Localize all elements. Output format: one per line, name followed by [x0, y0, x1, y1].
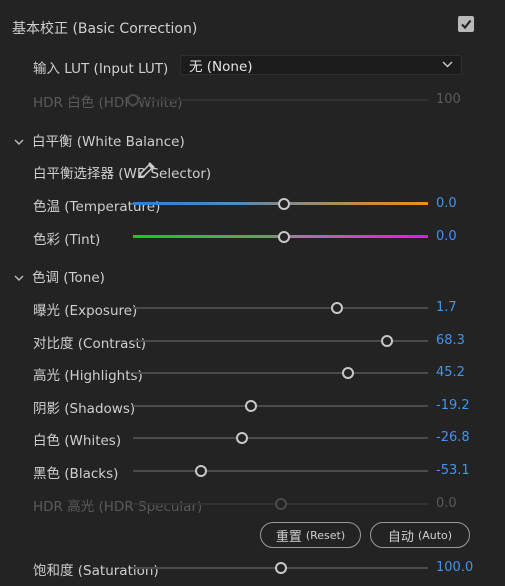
hdr-white-value: 100	[436, 92, 461, 107]
auto-button[interactable]: 自动 (Auto)	[370, 522, 470, 548]
panel-title: 基本校正 (Basic Correction)	[12, 21, 198, 37]
reset-button-sub: (Reset)	[305, 528, 346, 542]
input-lut-label: 输入 LUT (Input LUT)	[33, 61, 169, 77]
tint-knob[interactable]	[278, 231, 290, 243]
temperature-label: 色温 (Temperature)	[33, 199, 161, 215]
tone-slider-value[interactable]: -19.2	[436, 398, 470, 413]
auto-button-label: 自动	[387, 529, 414, 545]
tone-slider-value[interactable]: 1.7	[436, 300, 457, 315]
reset-button[interactable]: 重置 (Reset)	[260, 522, 361, 548]
tone-slider-value[interactable]: 68.3	[436, 333, 465, 348]
enable-checkbox[interactable]	[458, 16, 474, 32]
tone-slider-track[interactable]	[133, 307, 428, 309]
tone-slider-track[interactable]	[133, 405, 428, 407]
tone-slider-knob[interactable]	[342, 367, 354, 379]
tint-value[interactable]: 0.0	[436, 229, 457, 244]
hdr-white-knob	[127, 94, 139, 106]
tone-slider-value[interactable]: -53.1	[436, 463, 470, 478]
saturation-value[interactable]: 100.0	[436, 560, 473, 575]
tone-slider-value[interactable]: 45.2	[436, 365, 465, 380]
white-balance-label: 白平衡 (White Balance)	[32, 134, 185, 150]
tone-slider-knob	[275, 498, 287, 510]
tone-slider-label: 高光 (Highlights)	[33, 368, 143, 384]
saturation-label: 饱和度 (Saturation)	[33, 563, 159, 579]
tone-slider-knob[interactable]	[331, 302, 343, 314]
tone-slider-label: 黑色 (Blacks)	[33, 466, 119, 482]
input-lut-select[interactable]: 无 (None)	[180, 55, 462, 75]
chevron-down-icon	[442, 60, 453, 71]
tone-slider-knob[interactable]	[236, 432, 248, 444]
tone-slider-label: 阴影 (Shadows)	[33, 401, 136, 417]
tone-slider-knob[interactable]	[195, 465, 207, 477]
hdr-white-label: HDR 白色 (HDR White)	[33, 95, 183, 111]
saturation-knob[interactable]	[275, 562, 287, 574]
tone-slider-knob[interactable]	[381, 335, 393, 347]
checkmark-icon	[461, 19, 472, 30]
input-lut-value: 无 (None)	[189, 59, 253, 75]
tone-slider-track[interactable]	[133, 470, 428, 472]
white-balance-section[interactable]: 白平衡 (White Balance)	[14, 130, 185, 150]
tone-slider-value[interactable]: -26.8	[436, 430, 470, 445]
auto-button-sub: (Auto)	[417, 528, 453, 542]
tone-label: 色调 (Tone)	[32, 270, 105, 286]
hdr-white-track	[133, 99, 428, 101]
tone-slider-label: HDR 高光 (HDR Specular)	[33, 499, 203, 515]
tone-slider-value: 0.0	[436, 496, 457, 511]
tint-label: 色彩 (Tint)	[33, 232, 101, 248]
temperature-value[interactable]: 0.0	[436, 196, 457, 211]
tone-slider-label: 对比度 (Contrast)	[33, 336, 147, 352]
chevron-down-icon	[14, 136, 26, 149]
tone-slider-knob[interactable]	[245, 400, 257, 412]
tone-slider-label: 白色 (Whites)	[33, 433, 122, 449]
chevron-down-icon	[14, 272, 26, 285]
reset-button-label: 重置	[275, 529, 302, 545]
tone-slider-track[interactable]	[133, 437, 428, 439]
tone-section[interactable]: 色调 (Tone)	[14, 266, 105, 286]
tone-slider-track[interactable]	[133, 372, 428, 374]
temperature-knob[interactable]	[278, 198, 290, 210]
eyedropper-icon[interactable]	[137, 160, 157, 184]
wb-selector-label: 白平衡选择器 (WB Selector)	[33, 166, 212, 182]
tone-slider-label: 曝光 (Exposure)	[33, 303, 138, 319]
